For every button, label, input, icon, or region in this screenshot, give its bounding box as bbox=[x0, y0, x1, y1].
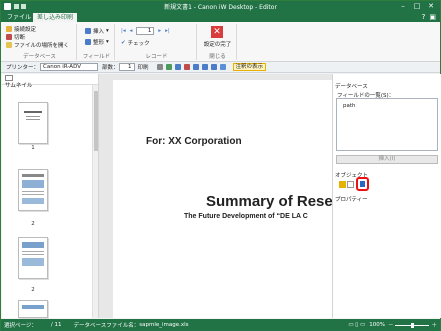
cut-icon[interactable] bbox=[183, 64, 190, 70]
database-group: 接続設定 切断 ファイルの場所を開く データベース bbox=[3, 24, 77, 60]
database-file-value: sapmle_image.xls bbox=[139, 322, 189, 328]
thumbnail-tab-label: サムネイル bbox=[5, 83, 33, 89]
page-status-label: 選択ページ： bbox=[4, 323, 37, 329]
tab-file[interactable]: ファイル bbox=[3, 13, 35, 22]
format-field-button[interactable]: 整形 ▾ bbox=[85, 38, 109, 46]
close-icon[interactable]: ✕ bbox=[424, 1, 438, 12]
first-record-icon[interactable]: |◂ bbox=[121, 28, 126, 34]
redo-icon[interactable] bbox=[165, 64, 172, 70]
open-file-location-button[interactable]: ファイルの場所を開く bbox=[6, 41, 69, 49]
ribbon-right-icons: ? ▣ bbox=[422, 13, 436, 21]
page-thumbnail-4[interactable] bbox=[18, 300, 48, 318]
show-comments-button[interactable]: 注釈の表示 bbox=[232, 63, 267, 71]
finish-settings-label[interactable]: 設定の完了 bbox=[199, 40, 236, 48]
minimize-icon[interactable]: – bbox=[396, 1, 410, 12]
printer-select[interactable]: Canon iR-ADV bbox=[40, 63, 99, 71]
page-thumbnail-2[interactable] bbox=[18, 169, 48, 211]
property-label: プロパティー bbox=[335, 197, 368, 203]
page-thumbnail-label: 1 bbox=[31, 145, 35, 151]
check-button[interactable]: ✔ チェック bbox=[121, 39, 150, 47]
finish-settings-icon[interactable]: ✕ bbox=[211, 26, 223, 38]
ribbon: 接続設定 切断 ファイルの場所を開く データベース 挿入 ▾ 整形 ▾ フィールド … bbox=[1, 22, 440, 62]
object-toolbar bbox=[339, 181, 354, 188]
zoom-in-icon[interactable]: ＋ bbox=[431, 321, 437, 329]
database-group-label: データベース bbox=[23, 54, 56, 60]
ribbon-tab-row: ファイル 差し込み印刷 ? ▣ bbox=[1, 12, 440, 22]
copy-icon[interactable] bbox=[192, 64, 199, 70]
toolbar-icons bbox=[156, 64, 229, 70]
folder-icon bbox=[6, 42, 12, 48]
record-navigator: |◂ ◂ 1 ▸ ▸| bbox=[121, 27, 170, 35]
thumbnail-pane-header: サムネイル bbox=[2, 74, 98, 89]
connect-settings-button[interactable]: 接続設定 bbox=[6, 25, 36, 33]
document-page[interactable]: For: XX Corporation Summary of Rese The … bbox=[113, 80, 333, 318]
document-subtitle: The Future Development of “DE LA C bbox=[184, 213, 308, 220]
window-controls: – □ ✕ bbox=[396, 1, 438, 12]
field-group-label: フィールド bbox=[82, 54, 111, 60]
image-object-icon[interactable] bbox=[339, 181, 346, 188]
field-list[interactable]: path bbox=[336, 98, 438, 151]
record-group-label: レコード bbox=[145, 54, 168, 60]
connect-icon bbox=[6, 26, 12, 32]
document-area: For: XX Corporation Summary of Rese The … bbox=[99, 74, 333, 318]
print-button[interactable]: 印刷 bbox=[138, 63, 149, 71]
page-thumbnail-label: 2 bbox=[31, 287, 35, 293]
insert-icon bbox=[85, 28, 91, 34]
record-group: |◂ ◂ 1 ▸ ▸| ✔ チェック レコード bbox=[117, 24, 197, 60]
copies-input[interactable]: 1 bbox=[118, 63, 135, 71]
field-object-icon bbox=[360, 181, 365, 187]
document-title: Summary of Rese bbox=[206, 193, 333, 210]
highlighted-object-button[interactable] bbox=[356, 177, 369, 191]
title-bar: 新規文書1 - Canon iW Desktop - Editor – □ ✕ bbox=[1, 1, 440, 12]
format-icon bbox=[85, 39, 91, 45]
thumbnail-scroll-thumb[interactable] bbox=[94, 91, 98, 151]
insert-field-button[interactable]: 挿入 ▾ bbox=[85, 27, 109, 35]
page-status-value: / 11 bbox=[50, 322, 62, 328]
check-icon: ✔ bbox=[121, 40, 126, 46]
disconnect-icon bbox=[6, 34, 12, 40]
thumbnail-pane: サムネイル 1 2 2 bbox=[2, 74, 99, 318]
close-group: ✕ 設定の完了 閉じる bbox=[199, 24, 237, 60]
view-mode-icons[interactable]: ▭ ▯ ▭ bbox=[348, 322, 365, 328]
ribbon-collapse-icon[interactable]: ▣ bbox=[429, 13, 436, 21]
paste-icon[interactable] bbox=[201, 64, 208, 70]
insert-button[interactable]: 挿入(I) bbox=[336, 155, 438, 164]
field-list-item[interactable]: path bbox=[337, 99, 437, 113]
database-pane-title: データベース bbox=[335, 84, 368, 90]
zoom-out-icon[interactable]: － bbox=[388, 321, 394, 329]
page-thumbnail-3[interactable] bbox=[18, 237, 48, 279]
printer-label: プリンター： bbox=[6, 65, 40, 71]
next-record-icon[interactable]: ▸ bbox=[158, 28, 161, 34]
last-record-icon[interactable]: ▸| bbox=[165, 28, 170, 34]
page-thumbnail-1[interactable] bbox=[18, 102, 48, 144]
disconnect-button[interactable]: 切断 bbox=[6, 33, 25, 41]
document-heading: For: XX Corporation bbox=[146, 136, 242, 147]
page-thumbnail-label: 2 bbox=[31, 221, 35, 227]
prev-record-icon[interactable]: ◂ bbox=[130, 28, 133, 34]
layout-icon[interactable] bbox=[156, 64, 163, 70]
undo-icon[interactable] bbox=[174, 64, 181, 70]
copies-label: 部数： bbox=[102, 65, 119, 71]
field-group: 挿入 ▾ 整形 ▾ フィールド bbox=[79, 24, 115, 60]
comment-tool-icon[interactable] bbox=[219, 64, 226, 70]
print-toolbar: プリンター： Canon iR-ADV 部数： 1 印刷 注釈の表示 bbox=[1, 62, 440, 73]
select-icon[interactable] bbox=[210, 64, 217, 70]
zoom-slider[interactable] bbox=[395, 322, 430, 328]
tab-mail-merge[interactable]: 差し込み印刷 bbox=[33, 13, 78, 22]
maximize-icon[interactable]: □ bbox=[410, 1, 424, 12]
database-file-label: データベースファイル名： bbox=[73, 323, 140, 329]
thumbnail-scrollbar[interactable] bbox=[92, 85, 98, 318]
help-icon[interactable]: ? bbox=[422, 13, 426, 21]
status-bar: 選択ページ： / 11 データベースファイル名： sapmle_image.xl… bbox=[1, 319, 440, 331]
record-number-input[interactable]: 1 bbox=[136, 27, 155, 35]
text-object-icon[interactable] bbox=[347, 181, 354, 188]
database-pane: データベース フィールドの一覧(S)： path 挿入(I) オブジェクト プロ… bbox=[332, 74, 441, 318]
zoom-level: 100% bbox=[369, 322, 385, 328]
close-group-label: 閉じる bbox=[209, 54, 226, 60]
window-title: 新規文書1 - Canon iW Desktop - Editor bbox=[164, 4, 277, 11]
editor-window: 新規文書1 - Canon iW Desktop - Editor – □ ✕ … bbox=[0, 0, 441, 331]
